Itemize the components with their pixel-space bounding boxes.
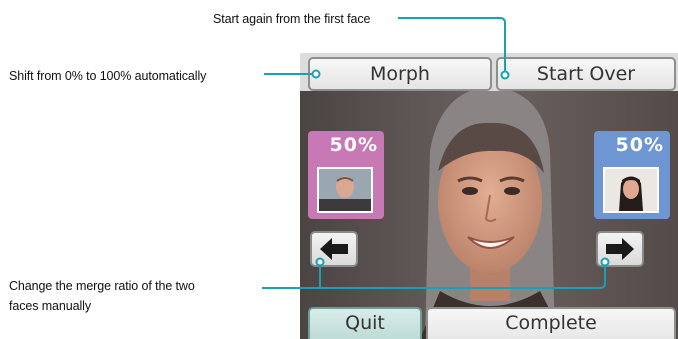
morph-dot	[311, 69, 321, 79]
right-arrow-dot	[600, 257, 610, 267]
start-over-dot	[500, 70, 510, 80]
callout-leader-lines	[262, 17, 610, 289]
start-over-leader	[398, 17, 506, 75]
right-arrow-leader	[262, 262, 606, 289]
left-arrow-dot	[315, 257, 325, 267]
